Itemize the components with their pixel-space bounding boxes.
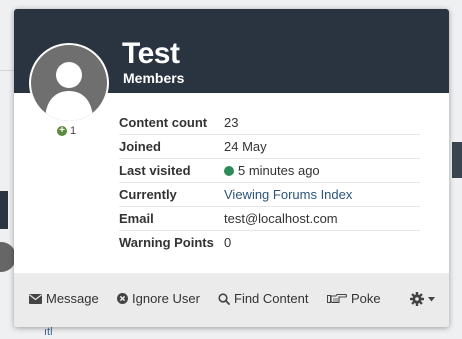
find-content-button[interactable]: Find Content <box>218 291 308 306</box>
user-group: Members <box>123 70 185 86</box>
background-header-strip <box>0 191 8 229</box>
hand-pointing-icon <box>327 293 347 304</box>
field-value: 23 <box>224 111 420 135</box>
field-value-cell: 5 minutes ago <box>224 158 420 183</box>
settings-menu-button[interactable] <box>410 292 435 306</box>
envelope-icon <box>29 293 42 304</box>
poke-button[interactable]: Poke <box>327 291 381 306</box>
user-hovercard: Test Members + 1 Content count 23 Joined… <box>14 9 449 327</box>
background-text: ıtl <box>44 326 53 338</box>
gear-icon <box>410 292 424 306</box>
default-avatar-icon <box>45 62 93 121</box>
field-label: Joined <box>119 134 224 159</box>
field-value: 5 minutes ago <box>238 163 320 178</box>
field-label: Currently <box>119 182 224 207</box>
ignore-user-label: Ignore User <box>132 291 200 306</box>
online-status-icon <box>224 166 234 176</box>
username[interactable]: Test <box>122 37 180 71</box>
card-actions-bar: Message Ignore User Find Content Poke <box>14 273 449 327</box>
caret-down-icon <box>428 296 435 301</box>
find-content-label: Find Content <box>234 291 309 306</box>
email-value: test@localhost.com <box>224 206 420 231</box>
search-icon <box>218 292 230 305</box>
field-label: Email <box>119 206 224 231</box>
background-header-strip-right <box>452 142 462 178</box>
message-button[interactable]: Message <box>29 291 99 306</box>
profile-info-table: Content count 23 Joined 24 May Last visi… <box>119 111 420 254</box>
field-value: 0 <box>224 235 232 250</box>
poke-label: Poke <box>351 291 381 306</box>
field-label: Warning Points <box>119 235 214 250</box>
info-row-last-visited: Last visited 5 minutes ago <box>119 158 420 183</box>
reputation-badge: + 1 <box>57 125 76 137</box>
info-row-email: Email test@localhost.com <box>119 206 420 231</box>
field-value: 24 May <box>224 134 420 159</box>
info-row-warning-points: Warning Points 0 <box>119 231 420 255</box>
background-divider <box>0 70 14 71</box>
info-row-joined: Joined 24 May <box>119 134 420 159</box>
reputation-count: 1 <box>70 125 77 137</box>
field-label: Content count <box>119 111 224 135</box>
avatar[interactable] <box>31 45 107 121</box>
field-label: Last visited <box>119 158 224 183</box>
ignore-user-button[interactable]: Ignore User <box>117 291 200 306</box>
times-circle-icon <box>117 293 128 304</box>
message-label: Message <box>46 291 99 306</box>
info-row-content-count: Content count 23 <box>119 111 420 135</box>
plus-circle-icon: + <box>57 126 67 136</box>
info-row-currently: Currently Viewing Forums Index <box>119 182 420 207</box>
current-location-link[interactable]: Viewing Forums Index <box>224 182 420 207</box>
